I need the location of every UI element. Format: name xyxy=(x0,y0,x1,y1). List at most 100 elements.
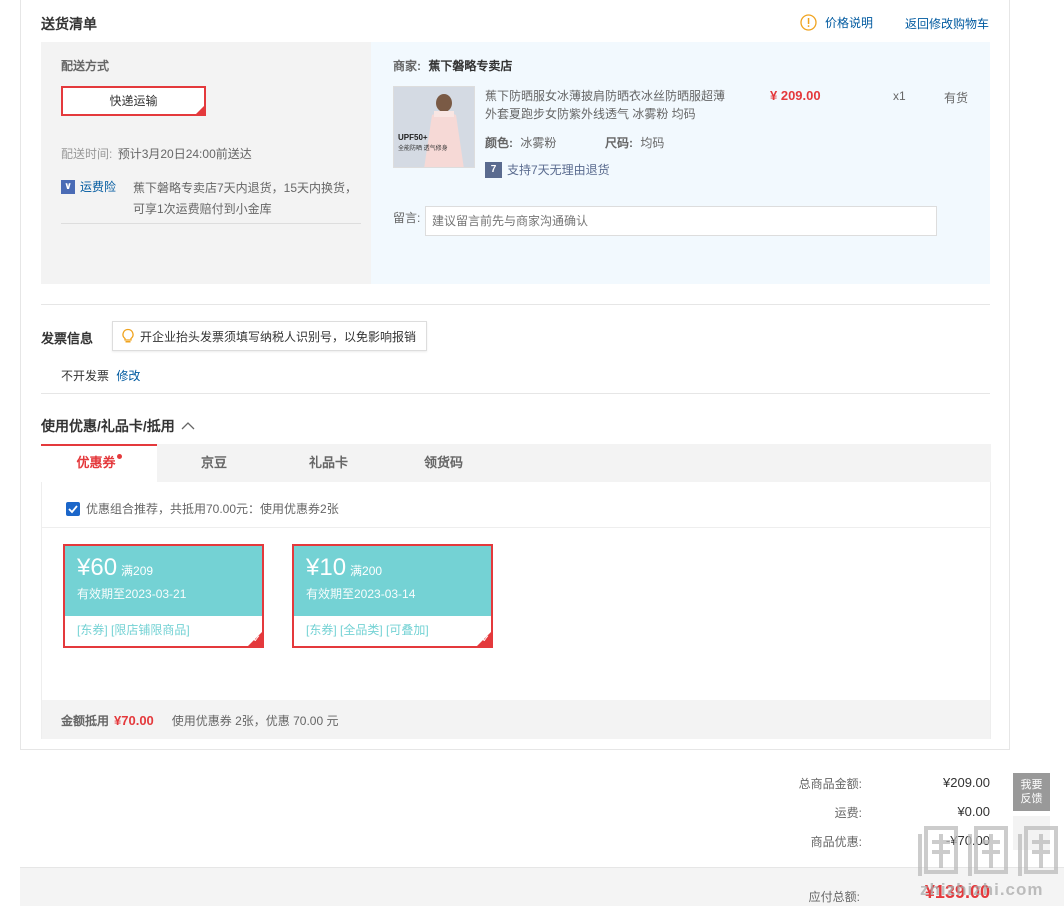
price-note-label: 价格说明 xyxy=(825,16,874,30)
delivery-time-value: 预计3月20日24:00前送达 xyxy=(117,147,252,161)
recommend-checkbox[interactable] xyxy=(66,501,80,516)
checkmark-icon xyxy=(68,504,78,513)
insurance-description: 蕉下磐略专卖店7天内退货，15天内换货， 可享1次运费赔付到小金库 xyxy=(133,178,357,220)
coupon-top: ¥60 满209 有效期至2023-03-21 xyxy=(65,546,262,616)
shipping-value: ¥0.00 xyxy=(957,804,990,819)
discount-tabs: 优惠券 京豆 礼品卡 领货码 xyxy=(41,444,991,482)
color-value: 冰雾粉 xyxy=(520,136,557,150)
goods-total-label: 总商品金额: xyxy=(798,777,862,791)
insurance-shield-icon: ∨ xyxy=(61,179,75,194)
product-price: ¥ 209.00 xyxy=(770,88,821,103)
invoice-edit-link[interactable]: 修改 xyxy=(116,369,140,383)
recommend-text: 优惠组合推荐，共抵用70.00元：使用优惠券2张 xyxy=(86,502,339,516)
insurance-desc-line2: 可享1次运费赔付到小金库 xyxy=(133,202,272,216)
coupon-expiry: 有效期至2023-03-14 xyxy=(306,587,416,601)
panel-divider xyxy=(61,223,361,224)
delivery-section-title: 送货清单 xyxy=(41,16,97,32)
discount-footer-label: 金额抵用 xyxy=(61,714,110,728)
back-to-cart-link[interactable]: 返回修改购物车 xyxy=(905,15,989,32)
shipping-row: 运费: ¥0.00 xyxy=(0,804,1064,824)
tab-coupons-label: 优惠券 xyxy=(76,455,116,470)
invoice-title: 发票信息 xyxy=(41,331,94,346)
recommend-combo[interactable]: 优惠组合推荐，共抵用70.00元：使用优惠券2张 xyxy=(66,500,339,517)
discount-section-toggle[interactable]: 使用优惠/礼品卡/抵用 xyxy=(41,416,195,436)
buyer-note-input[interactable] xyxy=(425,206,937,236)
new-dot-icon xyxy=(116,454,122,459)
product-color: 颜色: 冰雾粉 xyxy=(485,134,556,151)
tab-pickup-code[interactable]: 领货码 xyxy=(386,444,501,482)
return-policy-label: 支持7天无理由退货 xyxy=(507,163,610,177)
shipping-label: 运费: xyxy=(834,806,862,820)
product-name-line2: 外套夏跑步女防紫外线透气 冰雾粉 均码 xyxy=(485,107,696,121)
delivery-method-title: 配送方式 xyxy=(61,59,110,73)
invoice-status-row: 不开发票 修改 xyxy=(61,367,140,384)
product-name-line1: 蕉下防晒服女冰薄披肩防晒衣冰丝防晒服超薄 xyxy=(485,89,726,103)
size-value: 均码 xyxy=(640,136,665,150)
feedback-line1: 我要 xyxy=(1020,779,1043,791)
return-policy[interactable]: 7 支持7天无理由退货 xyxy=(485,161,610,178)
delivery-time-label: 配送时间: xyxy=(61,147,113,161)
insurance-label: 运费险 xyxy=(80,180,117,194)
coupon-top: ¥10 满200 有效期至2023-03-14 xyxy=(294,546,491,616)
discount-section-title: 使用优惠/礼品卡/抵用 xyxy=(41,418,175,434)
shipping-insurance[interactable]: ∨ 运费险 xyxy=(61,178,116,195)
promo-row: 商品优惠: -¥70.00 xyxy=(0,833,1064,853)
merchant-label: 商家: xyxy=(393,59,421,73)
invoice-status: 不开发票 xyxy=(61,369,110,383)
coupon-card[interactable]: ¥10 满200 有效期至2023-03-14 [东券] [全品类] [可叠加] … xyxy=(292,544,493,648)
watermark-url: zhizhizhi.com xyxy=(920,880,1044,899)
tab-gift-card[interactable]: 礼品卡 xyxy=(271,444,386,482)
merchant-name[interactable]: 蕉下磐略专卖店 xyxy=(428,59,512,73)
product-name[interactable]: 蕉下防晒服女冰薄披肩防晒衣冰丝防晒服超薄 外套夏跑步女防紫外线透气 冰雾粉 均码 xyxy=(485,87,745,123)
product-size: 尺码: 均码 xyxy=(605,134,664,151)
product-thumbnail[interactable]: UPF50+ 全能防晒 透气修身 xyxy=(393,86,475,168)
merchant-row: 商家: 蕉下磐略专卖店 xyxy=(393,57,512,74)
lightbulb-icon xyxy=(122,328,134,343)
invoice-tip-text: 开企业抬头发票须填写纳税人识别号，以免影响报销 xyxy=(140,329,417,344)
discount-footer-desc: 使用优惠券 2张，优惠 70.00 元 xyxy=(171,714,339,728)
size-label: 尺码: xyxy=(605,136,633,150)
site-watermark: zhizhizhi.com xyxy=(912,820,1062,906)
promo-label: 商品优惠: xyxy=(810,835,862,849)
color-label: 颜色: xyxy=(485,136,513,150)
payable-label: 应付总额: xyxy=(808,890,860,904)
stock-status: 有货 xyxy=(944,91,969,105)
coupon-divider xyxy=(42,527,990,528)
coupon-amount: ¥60 xyxy=(77,554,118,581)
note-label: 留言: xyxy=(393,211,421,225)
product-model-image-icon xyxy=(394,87,474,167)
coupon-tags: [东券] [全品类] [可叠加] xyxy=(306,623,429,637)
coupon-tags: [东券] [限店铺限商品] xyxy=(77,623,190,637)
check-icon: ✓ xyxy=(481,634,490,645)
goods-total-value: ¥209.00 xyxy=(943,775,990,790)
thumb-upf-text: UPF50+ xyxy=(398,133,428,142)
delivery-time: 配送时间: 预计3月20日24:00前送达 xyxy=(61,145,252,162)
check-icon: ✓ xyxy=(197,104,204,113)
coupon-condition: 满209 xyxy=(121,564,154,578)
info-warning-icon xyxy=(800,14,817,31)
insurance-desc-line1: 蕉下磐略专卖店7天内退货，15天内换货， xyxy=(133,181,358,195)
coupon-condition: 满200 xyxy=(350,564,383,578)
express-delivery-option[interactable]: 快递运输 ✓ xyxy=(61,86,206,116)
thumb-slogan-text: 全能防晒 透气修身 xyxy=(398,146,448,152)
feedback-line2: 反馈 xyxy=(1020,793,1043,805)
product-quantity: x1 xyxy=(893,89,906,103)
watermark-logo-icon xyxy=(918,826,1058,876)
coupon-expiry: 有效期至2023-03-21 xyxy=(77,587,187,601)
price-note-link[interactable]: 价格说明 xyxy=(800,14,873,31)
coupon-amount: ¥10 xyxy=(306,554,347,581)
feedback-button[interactable]: 我要 反馈 xyxy=(1013,773,1050,811)
delivery-method-panel xyxy=(41,42,371,284)
check-icon: ✓ xyxy=(252,634,261,645)
tab-jingdou[interactable]: 京豆 xyxy=(157,444,271,482)
section-divider xyxy=(41,304,990,305)
discount-footer-row: 金额抵用 ¥70.00 使用优惠券 2张，优惠 70.00 元 xyxy=(61,712,339,729)
express-delivery-label: 快递运输 xyxy=(109,94,158,108)
goods-total-row: 总商品金额: ¥209.00 xyxy=(0,775,1064,795)
section-divider xyxy=(41,393,990,394)
payable-row: 应付总额: ¥139.00 xyxy=(0,882,1064,906)
seven-day-return-icon: 7 xyxy=(485,161,502,178)
coupon-card[interactable]: ¥60 满209 有效期至2023-03-21 [东券] [限店铺限商品] ✓ xyxy=(63,544,264,648)
tab-coupons[interactable]: 优惠券 xyxy=(41,444,157,482)
invoice-tip: 开企业抬头发票须填写纳税人识别号，以免影响报销 xyxy=(112,321,428,351)
